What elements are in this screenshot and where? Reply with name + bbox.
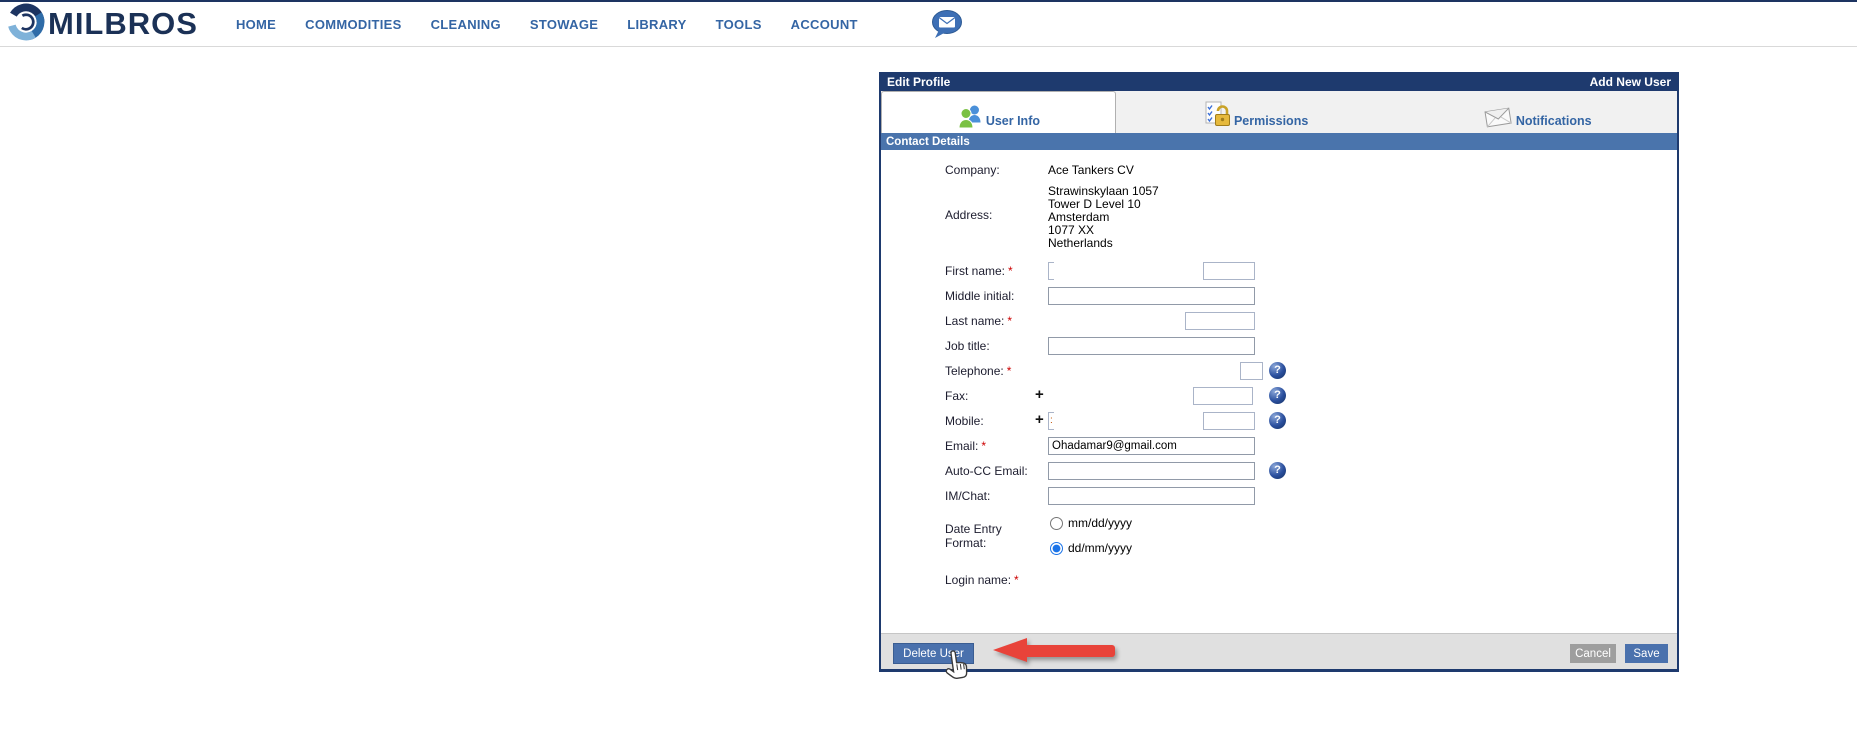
- red-arrow-tail: [1025, 644, 1115, 657]
- help-icon[interactable]: ?: [1269, 412, 1286, 429]
- radio-mm-dd-yyyy-label[interactable]: mm/dd/yyyy: [1068, 516, 1132, 530]
- mobile-input-fragment: :: [1048, 412, 1054, 430]
- mobile-country-prefix: +: [1035, 411, 1044, 428]
- im-chat-label: IM/Chat:: [945, 489, 991, 503]
- tab-notifications[interactable]: Notifications: [1396, 91, 1677, 133]
- address-line: Amsterdam: [1048, 210, 1110, 224]
- job-title-label: Job title:: [945, 339, 990, 353]
- save-button[interactable]: Save: [1625, 644, 1668, 663]
- last-name-label: Last name: *: [945, 314, 1013, 328]
- date-format-option-mmddyyyy: mm/dd/yyyy: [1050, 516, 1132, 530]
- email-input[interactable]: [1048, 437, 1255, 455]
- top-navigation: MILBROS HOME COMMODITIES CLEANING STOWAG…: [0, 0, 1857, 47]
- nav-item-tools[interactable]: TOOLS: [716, 17, 762, 32]
- tab-user-info[interactable]: User Info: [881, 91, 1116, 133]
- nav-item-library[interactable]: LIBRARY: [627, 17, 686, 32]
- panel-title: Edit Profile: [887, 74, 951, 89]
- date-format-label: Date Entry Format:: [945, 522, 1002, 550]
- hand-cursor-icon: [943, 650, 969, 687]
- address-line: Netherlands: [1048, 236, 1113, 250]
- date-format-option-ddmmyyyy: dd/mm/yyyy: [1050, 541, 1132, 555]
- panel-header: Edit Profile Add New User: [881, 72, 1677, 91]
- help-icon[interactable]: ?: [1269, 462, 1286, 479]
- email-label: Email: *: [945, 439, 987, 453]
- tab-bar: User Info Permissions Notifications: [881, 91, 1677, 133]
- tab-permissions-label: Permissions: [1233, 114, 1309, 128]
- contact-details-form: Company: Ace Tankers CV Address: Strawin…: [881, 150, 1677, 633]
- address-line: 1077 XX: [1048, 223, 1095, 237]
- tab-notifications-label: Notifications: [1515, 114, 1592, 128]
- red-arrow-annotation: [993, 638, 1115, 663]
- company-value: Ace Tankers CV: [1048, 163, 1134, 177]
- users-icon: [957, 103, 984, 130]
- first-name-input-fragment: [1048, 262, 1054, 280]
- first-name-label: First name: *: [945, 264, 1013, 278]
- login-name-label: Login name: *: [945, 573, 1019, 587]
- auto-cc-email-label: Auto-CC Email:: [945, 464, 1028, 478]
- brand-name: MILBROS: [48, 6, 198, 41]
- nav-item-stowage[interactable]: STOWAGE: [530, 17, 598, 32]
- envelope-icon: [1482, 104, 1514, 130]
- mobile-label: Mobile:: [945, 414, 984, 428]
- nav-menu: HOME COMMODITIES CLEANING STOWAGE LIBRAR…: [236, 17, 858, 32]
- telephone-input[interactable]: [1240, 362, 1263, 380]
- brand-logo[interactable]: MILBROS: [6, 2, 198, 47]
- tab-permissions[interactable]: Permissions: [1116, 91, 1397, 133]
- fax-label: Fax:: [945, 389, 969, 403]
- help-icon[interactable]: ?: [1269, 387, 1286, 404]
- middle-initial-input[interactable]: [1048, 287, 1255, 305]
- address-value: Strawinskylaan 1057 Tower D Level 10 Ams…: [1048, 185, 1677, 250]
- tab-user-info-label: User Info: [985, 114, 1040, 128]
- radio-dd-mm-yyyy[interactable]: [1050, 541, 1063, 555]
- address-line: Tower D Level 10: [1048, 197, 1141, 211]
- last-name-input[interactable]: [1185, 312, 1255, 330]
- middle-initial-label: Middle initial:: [945, 289, 1015, 303]
- auto-cc-email-input[interactable]: [1048, 462, 1255, 480]
- address-line: Strawinskylaan 1057: [1048, 184, 1159, 198]
- job-title-input[interactable]: [1048, 337, 1255, 355]
- radio-mm-dd-yyyy[interactable]: [1050, 516, 1063, 530]
- contact-details-section-header: Contact Details: [881, 133, 1677, 150]
- radio-dd-mm-yyyy-label[interactable]: dd/mm/yyyy: [1068, 541, 1132, 555]
- edit-profile-panel: Edit Profile Add New User User Info Perm…: [879, 72, 1679, 680]
- first-name-input[interactable]: [1203, 262, 1255, 280]
- help-icon[interactable]: ?: [1269, 362, 1286, 379]
- address-label: Address:: [945, 208, 993, 222]
- nav-item-commodities[interactable]: COMMODITIES: [305, 17, 401, 32]
- red-arrow-head: [993, 638, 1027, 662]
- add-new-user-button[interactable]: Add New User: [1590, 75, 1671, 89]
- milbros-ring-logo-icon: [6, 2, 46, 47]
- chat-envelope-icon[interactable]: [930, 9, 964, 39]
- nav-item-cleaning[interactable]: CLEANING: [431, 17, 501, 32]
- cancel-button[interactable]: Cancel: [1570, 644, 1616, 663]
- company-label: Company:: [945, 163, 1000, 177]
- nav-item-account[interactable]: ACCOUNT: [791, 17, 858, 32]
- section-title: Contact Details: [886, 135, 970, 148]
- nav-item-home[interactable]: HOME: [236, 17, 276, 32]
- telephone-label: Telephone: *: [945, 364, 1012, 378]
- im-chat-input[interactable]: [1048, 487, 1255, 505]
- fax-country-prefix: +: [1035, 386, 1044, 403]
- checklist-lock-icon: [1204, 101, 1232, 130]
- fax-input[interactable]: [1193, 387, 1253, 405]
- mobile-input[interactable]: [1203, 412, 1255, 430]
